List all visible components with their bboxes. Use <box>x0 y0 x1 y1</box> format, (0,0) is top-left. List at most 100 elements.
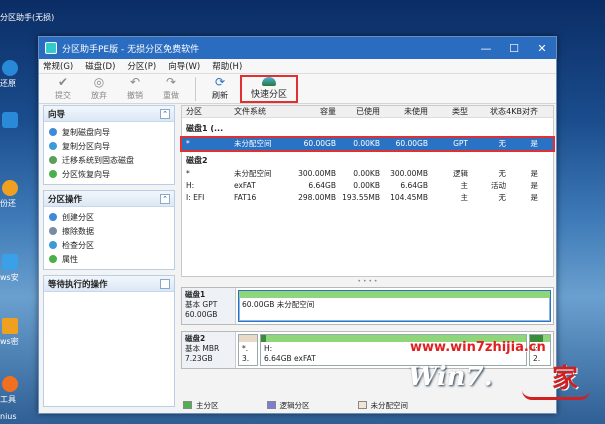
op-item-label: 擦除数据 <box>62 226 94 236</box>
column-header[interactable]: 容量 <box>294 106 336 117</box>
collapse-icon[interactable]: ⌃ <box>160 108 170 119</box>
minimize-button[interactable]: — <box>472 37 500 59</box>
left-panel: 向导 ⌃ 复制磁盘向导 复制分区向导 迁移系统到固态磁盘 分区恢复向导 分区操作… <box>43 105 175 407</box>
cell-free: 300.00MB <box>390 169 428 178</box>
tools-icon <box>2 376 18 392</box>
cell-partition: I: EFI <box>186 193 205 202</box>
menu-help[interactable]: 帮助(H) <box>212 60 242 72</box>
op-properties[interactable]: 属性 <box>49 252 169 266</box>
cell-capacity: 6.64GB <box>308 181 336 190</box>
desktop-icon-windows-install[interactable]: ws安 <box>0 254 38 283</box>
table-header: 分区 文件系统 容量 已使用 未使用 类型 状态 4KB对齐 <box>182 106 553 118</box>
create-partition-icon <box>49 213 57 221</box>
check-icon: ✔ <box>57 75 69 89</box>
legend-swatch <box>183 401 192 409</box>
pending-ops-header[interactable]: 等待执行的操作 <box>44 276 174 292</box>
wizard-partition-recovery[interactable]: 分区恢复向导 <box>49 167 169 181</box>
cell-capacity: 300.00MB <box>298 169 336 178</box>
partition-ops-title: 分区操作 <box>48 194 83 205</box>
column-header[interactable]: 文件系统 <box>234 106 294 117</box>
quick-partition-button[interactable]: 快速分区 <box>240 75 298 103</box>
column-header[interactable]: 已使用 <box>336 106 380 117</box>
wizard-migrate-ssd[interactable]: 迁移系统到固态磁盘 <box>49 153 169 167</box>
cell-capacity: 298.00MB <box>298 193 336 202</box>
column-header[interactable]: 分区 <box>182 106 234 117</box>
partition-bar[interactable]: *. 3. <box>238 334 258 366</box>
desktop-icon-windows-password[interactable]: ws密 <box>0 318 38 347</box>
cell-filesystem: FAT16 <box>234 193 257 202</box>
windows-install-icon <box>2 254 18 270</box>
partition-ops-header[interactable]: 分区操作 ⌃ <box>44 191 174 207</box>
table-row[interactable]: H: exFAT 6.64GB 0.00KB 6.64GB 主 活动 是 <box>182 180 553 192</box>
menu-general[interactable]: 常规(G) <box>43 60 73 72</box>
watermark-swoosh <box>522 390 590 400</box>
partition-bar[interactable]: 60.00GB 未分配空间 <box>238 290 551 322</box>
gear-icon <box>2 112 18 128</box>
menu-disk[interactable]: 磁盘(D) <box>85 60 115 72</box>
wizard-panel-header[interactable]: 向导 ⌃ <box>44 106 174 122</box>
column-header[interactable]: 类型 <box>428 106 468 117</box>
desktop-icon-tools[interactable]: 工具 <box>0 376 38 405</box>
refresh-icon: ⟳ <box>214 75 226 89</box>
partition-bar-label: 60.00GB 未分配空间 <box>242 300 315 309</box>
cell-filesystem: 未分配空间 <box>234 169 272 178</box>
discard-button[interactable]: ◎ 放弃 <box>81 76 117 103</box>
wizard-copy-disk[interactable]: 复制磁盘向导 <box>49 125 169 139</box>
legend-swatch <box>357 401 367 409</box>
quick-partition-icon <box>262 77 276 86</box>
title-bar[interactable]: 分区助手PE版 - 无损分区免费软件 — ☐ ✕ <box>39 37 556 59</box>
redo-button[interactable]: ↷ 重做 <box>153 76 189 103</box>
table-row[interactable]: I: EFI FAT16 298.00MB 193.55MB 104.45MB … <box>182 192 553 204</box>
disk1-type: 基本 GPT <box>185 300 218 309</box>
column-header[interactable]: 状态 <box>468 106 506 117</box>
close-button[interactable]: ✕ <box>528 37 556 59</box>
refresh-button[interactable]: ⟳ 刷新 <box>202 76 238 103</box>
menu-partition[interactable]: 分区(P) <box>127 60 156 72</box>
disk2-group-label[interactable]: 磁盘2 <box>182 154 553 168</box>
desktop-icon-genius[interactable]: nius <box>0 412 38 421</box>
menu-wizard[interactable]: 向导(W) <box>168 60 200 72</box>
table-row[interactable]: * 未分配空间 60.00GB 0.00KB 60.00GB GPT 无 是 <box>180 136 555 152</box>
op-check-partition[interactable]: 检查分区 <box>49 238 169 252</box>
desktop-icon-label: ws安 <box>0 273 19 282</box>
column-header[interactable]: 未使用 <box>380 106 428 117</box>
desktop-icon-strip: 分区助手(无损) 还原 份还 ws安 ws密 工具 nius <box>0 0 54 424</box>
desktop-icon-label: ws密 <box>0 337 19 346</box>
refresh-label: 刷新 <box>212 91 228 100</box>
collapse-icon[interactable]: ⌃ <box>160 193 170 204</box>
cell-filesystem: 未分配空间 <box>234 139 272 148</box>
op-item-label: 检查分区 <box>62 240 94 250</box>
cell-status: 无 <box>498 193 507 202</box>
disk1-group-label[interactable]: 磁盘1 (... <box>182 122 553 136</box>
restore-icon <box>2 60 18 76</box>
desktop-icon-restore[interactable]: 还原 <box>0 60 38 89</box>
partition-bar-sub: 3. <box>242 354 250 363</box>
desktop-icon-label: 工具 <box>0 395 16 404</box>
wizard-item-label: 分区恢复向导 <box>62 169 110 179</box>
column-header[interactable]: 4KB对齐 <box>506 106 542 117</box>
cell-status: 活动 <box>491 181 506 190</box>
op-item-label: 创建分区 <box>62 212 94 222</box>
cell-status: 无 <box>498 169 507 178</box>
op-create-partition[interactable]: 创建分区 <box>49 210 169 224</box>
desktop-icon-backup[interactable]: 份还 <box>0 180 38 209</box>
desktop-top-label[interactable]: 分区助手(无损) <box>0 12 60 23</box>
table-row[interactable]: * 未分配空间 300.00MB 0.00KB 300.00MB 逻辑 无 是 <box>182 168 553 180</box>
disk1-map[interactable]: 磁盘1 基本 GPT 60.00GB 60.00GB 未分配空间 <box>181 287 554 325</box>
op-wipe-data[interactable]: 擦除数据 <box>49 224 169 238</box>
maximize-button[interactable]: ☐ <box>500 37 528 59</box>
undo-button[interactable]: ↶ 撤销 <box>117 76 153 103</box>
wizard-copy-partition[interactable]: 复制分区向导 <box>49 139 169 153</box>
desktop-icon-gear[interactable] <box>0 112 38 130</box>
cell-used: 0.00KB <box>353 169 380 178</box>
desktop-icon-label: 还原 <box>0 79 16 88</box>
collapse-icon[interactable] <box>160 278 170 289</box>
app-logo-icon <box>45 42 57 54</box>
submit-button[interactable]: ✔ 提交 <box>45 76 81 103</box>
cell-type: 主 <box>460 181 469 190</box>
cell-4k-aligned: 是 <box>530 139 539 148</box>
op-item-label: 属性 <box>62 254 78 264</box>
cell-used: 0.00KB <box>353 139 380 148</box>
disk1-name: 磁盘1 <box>185 290 206 299</box>
pane-splitter[interactable]: • • • • <box>181 277 554 287</box>
